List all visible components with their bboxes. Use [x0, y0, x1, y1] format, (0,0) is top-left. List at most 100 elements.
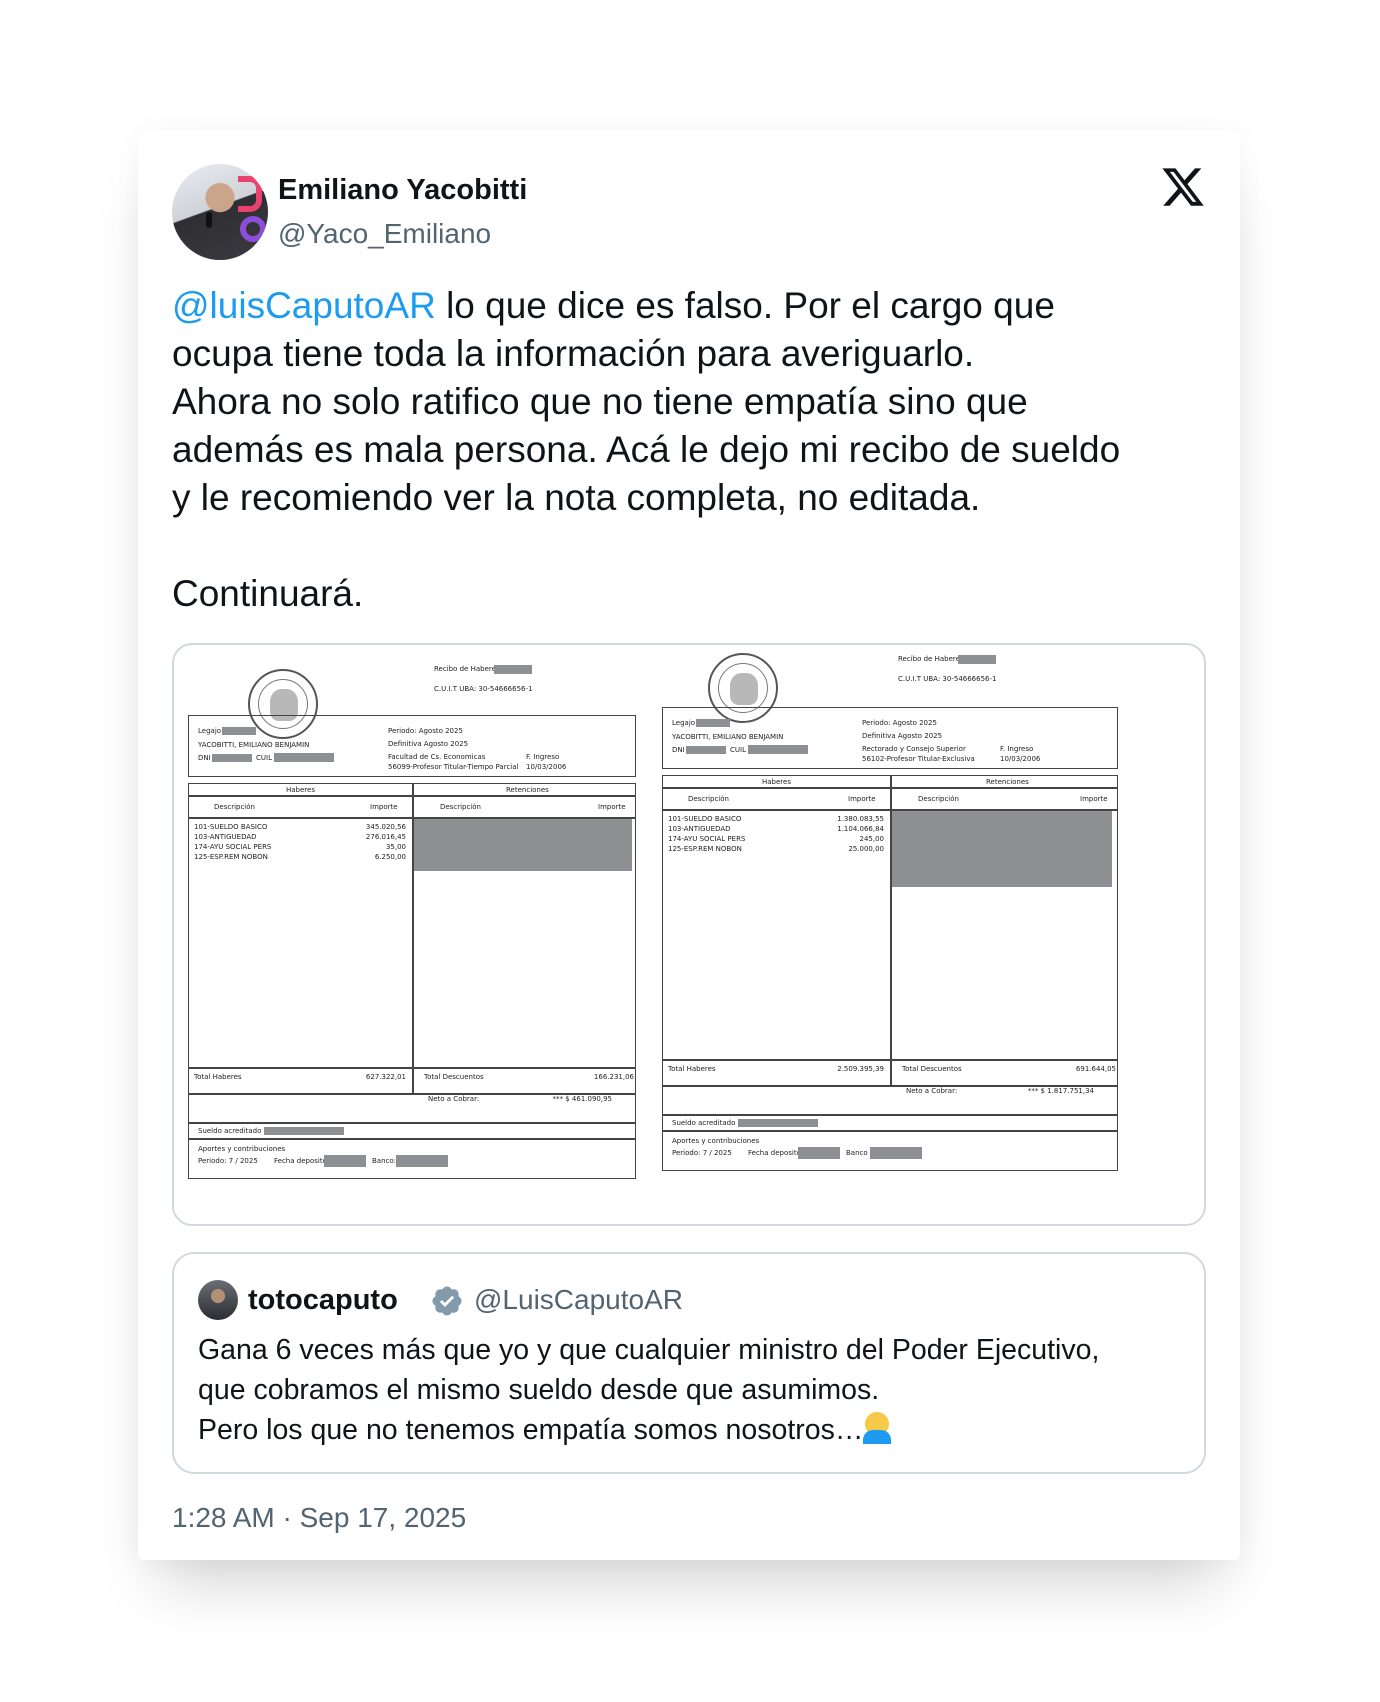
redaction [274, 753, 334, 762]
haber-item-amount: 35,00 [385, 843, 406, 851]
total-descuentos: 691.644,05 [1075, 1065, 1116, 1073]
haber-item-amount: 1.104.066,84 [837, 825, 884, 833]
tweet-timestamp[interactable]: 1:28 AM · Sep 17, 2025 [172, 1502, 466, 1534]
haber-item-amount: 1.380.083,55 [837, 815, 884, 823]
haber-item-amount: 276.016,45 [365, 833, 406, 841]
haber-item-desc: 101-SUELDO BASICO [194, 823, 268, 831]
haber-item-amount: 345.020,56 [365, 823, 406, 831]
tweet-text: @luisCaputoAR lo que dice es falso. Por … [172, 282, 1212, 618]
cuil-label: CUIL [256, 754, 272, 762]
table-divider [188, 1067, 636, 1069]
tweet-body: lo que dice es falso. Por el cargo que o… [172, 285, 1121, 614]
total-haberes: 627.322,01 [365, 1073, 406, 1081]
total-descuentos-label: Total Descuentos [902, 1065, 962, 1073]
importe-header: Importe [598, 803, 626, 811]
redaction [324, 1155, 366, 1167]
retenciones-header: Retenciones [506, 786, 549, 794]
descripcion-header: Descripción [440, 803, 481, 811]
definitiva: Definitiva Agosto 2025 [862, 732, 943, 740]
ingreso-label: F. Ingreso [1000, 745, 1034, 753]
importe-header: Importe [1080, 795, 1108, 803]
cuil-label: CUIL [730, 746, 746, 754]
aportes-label: Aportes y contribuciones [198, 1145, 286, 1153]
redaction [748, 745, 808, 754]
quoted-tweet[interactable]: totocaputo @LuisCaputoAR Gana 6 veces má… [172, 1252, 1206, 1474]
fecha-deposito-label: Fecha deposito [274, 1157, 327, 1165]
retenciones-redaction [414, 819, 632, 871]
tweet-card: Emiliano Yacobitti @Yaco_Emiliano @luisC… [138, 130, 1240, 1560]
banco-label: Banco: [372, 1157, 397, 1165]
receipt-title: Recibo de Haberes [434, 665, 500, 673]
redaction [494, 665, 532, 674]
acreditado-label: Sueldo acreditado en [198, 1127, 273, 1135]
total-haberes-label: Total Haberes [668, 1065, 716, 1073]
haber-item-amount: 245,00 [859, 835, 885, 843]
descripcion-header: Descripción [214, 803, 255, 811]
neto-amount: *** $ 461.090,95 [552, 1095, 612, 1103]
dni-label: DNI [672, 746, 685, 754]
verified-badge-icon [432, 1286, 462, 1316]
haberes-header: Haberes [286, 786, 315, 794]
legajo-label: Legajo [672, 719, 696, 727]
redaction [798, 1147, 840, 1159]
salary-receipt-left: Recibo de Haberes C.U.I.T UBA: 30-5466665… [188, 645, 652, 1224]
periodo-pago: Periodo: 7 / 2025 [672, 1149, 732, 1157]
descripcion-header: Descripción [918, 795, 959, 803]
acreditado-label: Sueldo acreditado en [672, 1119, 747, 1127]
ingreso-date: 10/03/2006 [526, 763, 567, 771]
redaction [222, 727, 256, 735]
dependencia: Facultad de Cs. Economicas [388, 753, 486, 761]
dependencia: Rectorado y Consejo Superior [862, 745, 966, 753]
receipt-title: Recibo de Haberes: [898, 655, 966, 663]
redaction [396, 1155, 448, 1167]
total-haberes: 2.509.395,39 [837, 1065, 884, 1073]
cargo: 56102-Profesor Titular-Exclusiva [862, 755, 975, 763]
receipt-cuit: C.U.I.T UBA: 30-54666656-1 [898, 675, 997, 683]
x-logo-icon[interactable] [1160, 164, 1206, 210]
redaction [686, 746, 726, 754]
quoted-author-avatar[interactable] [198, 1280, 238, 1320]
total-haberes-label: Total Haberes [194, 1073, 242, 1081]
periodo: Periodo: Agosto 2025 [388, 727, 463, 735]
haber-item-desc: 125-ESP.REM NOBON [668, 845, 742, 853]
ingreso-label: F. Ingreso [526, 753, 560, 761]
neto-label: Neto a Cobrar: [428, 1095, 480, 1103]
author-name[interactable]: Emiliano Yacobitti [278, 174, 527, 207]
author-avatar[interactable] [172, 164, 268, 260]
table-divider [662, 1059, 1118, 1061]
importe-header: Importe [370, 803, 398, 811]
total-descuentos: 166.231,06 [593, 1073, 634, 1081]
author-handle[interactable]: @Yaco_Emiliano [278, 218, 491, 250]
haber-item-desc: 103-ANTIGUEDAD [194, 833, 257, 841]
receipt-cuit: C.U.I.T UBA: 30-54666656-1 [434, 685, 533, 693]
fecha-deposito-label: Fecha deposito [748, 1149, 801, 1157]
haber-item-desc: 101-SUELDO BASICO [668, 815, 742, 823]
redaction [738, 1119, 818, 1127]
quoted-author-handle[interactable]: @LuisCaputoAR [474, 1284, 683, 1316]
haberes-header: Haberes [762, 778, 791, 786]
redaction [264, 1127, 344, 1135]
quoted-author-name[interactable]: totocaputo [248, 1284, 398, 1317]
retenciones-redaction [892, 811, 1112, 887]
haber-item-desc: 103-ANTIGUEDAD [668, 825, 731, 833]
periodo-pago: Periodo: 7 / 2025 [198, 1157, 258, 1165]
haber-item-amount: 25.000,00 [848, 845, 884, 853]
redaction [212, 754, 252, 762]
redaction [696, 719, 730, 727]
mention-link[interactable]: @luisCaputoAR [172, 285, 436, 326]
tweet-media[interactable]: Recibo de Haberes C.U.I.T UBA: 30-5466665… [172, 643, 1206, 1226]
table-divider [188, 795, 636, 797]
haber-item-amount: 6.250,00 [374, 853, 406, 861]
quoted-tweet-body: Gana 6 veces más que yo y que cualquier … [198, 1334, 1100, 1446]
cargo: 56099-Profesor Titular-Tiempo Parcial [388, 763, 519, 771]
importe-header: Importe [848, 795, 876, 803]
descripcion-header: Descripción [688, 795, 729, 803]
redaction [958, 655, 996, 664]
aportes-label: Aportes y contribuciones [672, 1137, 760, 1145]
haber-item-desc: 174-AYU SOCIAL PERS [194, 843, 272, 851]
table-divider [662, 787, 1118, 789]
legajo-label: Legajo [198, 727, 222, 735]
facepalm-emoji-icon [863, 1412, 892, 1444]
employee-name: YACOBITTI, EMILIANO BENJAMIN [672, 733, 784, 741]
definitiva: Definitiva Agosto 2025 [388, 740, 469, 748]
